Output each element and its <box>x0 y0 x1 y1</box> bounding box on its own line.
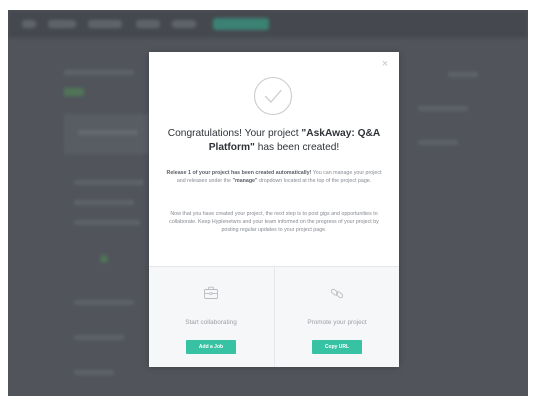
text-line-blurred <box>74 300 134 305</box>
nav-item-blurred <box>136 20 160 28</box>
top-navigation-bar <box>8 10 528 38</box>
title-prefix: Congratulations! Your project <box>167 128 302 139</box>
nav-logo-blurred <box>22 20 36 28</box>
add-job-button[interactable]: Add a Job <box>186 340 236 354</box>
modal-actions: Start collaborating Add a Job Promote yo… <box>149 266 399 367</box>
page-heading-blurred <box>64 70 134 75</box>
nav-item-blurred <box>48 20 76 28</box>
nav-item-active-blurred <box>213 18 269 30</box>
text-line-blurred <box>74 220 140 225</box>
card-title-blurred <box>78 130 138 135</box>
action-promote-project: Promote your project Copy URL <box>274 267 399 367</box>
header-link-blurred <box>448 72 478 77</box>
next-steps-text: Now that you have created your project, … <box>169 211 379 233</box>
nav-item-blurred <box>88 20 122 28</box>
release-info-strong: Release 1 of your project has been creat… <box>166 170 312 176</box>
action-start-collaborating: Start collaborating Add a Job <box>149 267 273 367</box>
title-suffix: has been created! <box>254 142 340 153</box>
copy-url-button[interactable]: Copy URL <box>312 340 362 354</box>
start-collaborating-label: Start collaborating <box>185 319 237 326</box>
modal-title: Congratulations! Your project "AskAway: … <box>161 127 387 155</box>
link-icon <box>330 288 344 299</box>
text-line-blurred <box>74 200 134 205</box>
briefcase-icon <box>204 286 218 299</box>
side-text-blurred <box>418 106 468 111</box>
release-info-part: dropdown located at the top of the proje… <box>257 178 372 184</box>
nav-item-blurred <box>172 20 196 28</box>
promote-project-label: Promote your project <box>307 319 367 326</box>
text-line-blurred <box>74 180 144 185</box>
avatar-blurred <box>100 255 108 263</box>
side-text-blurred <box>418 140 458 145</box>
text-line-blurred <box>74 335 124 340</box>
status-tag-blurred <box>64 88 84 96</box>
close-icon[interactable]: × <box>379 58 391 70</box>
success-check-icon <box>253 76 293 116</box>
app-viewport: × Congratulations! Your project "AskAway… <box>8 10 528 396</box>
manage-keyword: "manage" <box>232 178 258 184</box>
project-created-modal: × Congratulations! Your project "AskAway… <box>149 52 399 367</box>
text-line-blurred <box>74 370 114 375</box>
release-info-text: Release 1 of your project has been creat… <box>165 169 383 185</box>
